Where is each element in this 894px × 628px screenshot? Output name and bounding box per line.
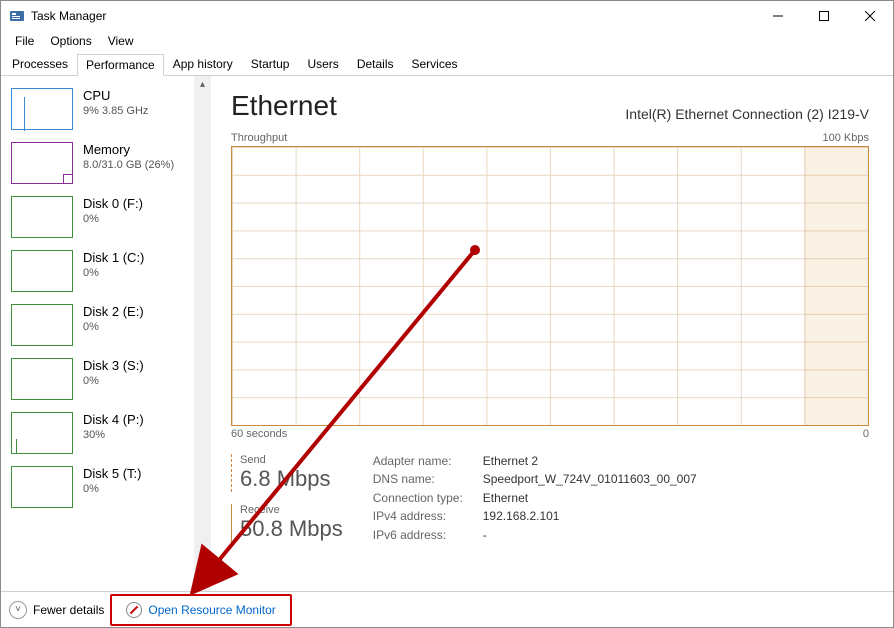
sidebar-scrollbar[interactable]: ▴ ▾ [194,76,211,591]
page-title: Ethernet [231,90,337,122]
tab-startup[interactable]: Startup [242,53,299,75]
sidebar-item-disk4[interactable]: Disk 4 (P:) 30% [7,406,194,460]
window-title: Task Manager [31,9,106,23]
disk-thumb-graph [11,250,73,292]
sidebar-item-title: Disk 1 (C:) [83,250,144,265]
task-manager-window: Task Manager File Options View Processes… [0,0,894,628]
scroll-up-icon[interactable]: ▴ [194,76,211,93]
stats: Send 6.8 Mbps Receive 50.8 Mbps Adapter … [231,454,869,542]
annotation-highlight: Open Resource Monitor [110,594,291,626]
ipv4-label: IPv4 address: [373,509,483,523]
resource-monitor-icon [126,602,142,618]
chart-label-60s: 60 seconds [231,428,287,440]
chart-grid [232,147,868,425]
chart-label-0: 0 [863,428,869,440]
chart-label-throughput: Throughput [231,132,287,144]
sidebar-item-title: Disk 5 (T:) [83,466,142,481]
scroll-down-icon[interactable]: ▾ [194,574,211,591]
main-panel: Ethernet Intel(R) Ethernet Connection (2… [211,76,893,591]
chart-top-labels: Throughput 100 Kbps [231,132,869,144]
throughput-chart[interactable] [231,146,869,426]
chevron-down-icon: ˅ [9,601,27,619]
scroll-track[interactable] [194,93,211,574]
sidebar-item-cpu[interactable]: CPU 9% 3.85 GHz [7,82,194,136]
disk-thumb-graph [11,304,73,346]
sidebar-item-memory[interactable]: Memory 8.0/31.0 GB (26%) [7,136,194,190]
menu-options[interactable]: Options [42,32,99,50]
sidebar-item-sub: 0% [83,267,144,279]
tab-app-history[interactable]: App history [164,53,242,75]
sidebar-item-disk1[interactable]: Disk 1 (C:) 0% [7,244,194,298]
minimize-button[interactable] [755,1,801,31]
menubar: File Options View [1,31,893,51]
dns-name-value: Speedport_W_724V_01011603_00_007 [483,472,697,486]
disk-thumb-graph [11,358,73,400]
adapter-model: Intel(R) Ethernet Connection (2) I219-V [625,106,869,122]
adapter-name-value: Ethernet 2 [483,454,697,468]
close-button[interactable] [847,1,893,31]
memory-thumb-graph [11,142,73,184]
fewer-details-button[interactable]: ˅ Fewer details [9,601,104,619]
titlebar[interactable]: Task Manager [1,1,893,31]
sidebar-item-title: Memory [83,142,174,157]
footer: ˅ Fewer details Open Resource Monitor [1,591,893,627]
sidebar-item-title: Disk 2 (E:) [83,304,144,319]
throughput-stats: Send 6.8 Mbps Receive 50.8 Mbps [231,454,343,542]
tab-processes[interactable]: Processes [3,53,77,75]
maximize-button[interactable] [801,1,847,31]
chart-label-max: 100 Kbps [823,132,869,144]
open-resource-monitor-button[interactable]: Open Resource Monitor [116,598,285,622]
header: Ethernet Intel(R) Ethernet Connection (2… [231,90,869,122]
tab-bar: Processes Performance App history Startu… [1,51,893,76]
disk-thumb-graph [11,466,73,508]
chart-recent-shade [804,147,868,425]
sidebar-item-sub: 30% [83,429,144,441]
sidebar-item-title: Disk 3 (S:) [83,358,144,373]
sidebar-item-sub: 0% [83,213,143,225]
ipv6-value: - [483,528,697,542]
dns-name-label: DNS name: [373,472,483,486]
chart-bottom-labels: 60 seconds 0 [231,428,869,440]
sidebar-list[interactable]: CPU 9% 3.85 GHz Memory 8.0/31.0 GB (26%)… [1,76,194,591]
menu-view[interactable]: View [100,32,142,50]
receive-value: 50.8 Mbps [240,516,343,542]
send-label: Send [240,454,343,466]
fewer-details-label: Fewer details [33,603,104,617]
tab-performance[interactable]: Performance [77,54,164,76]
connection-type-label: Connection type: [373,491,483,505]
sidebar-item-title: Disk 4 (P:) [83,412,144,427]
sidebar-item-sub: 0% [83,375,144,387]
sidebar-item-disk3[interactable]: Disk 3 (S:) 0% [7,352,194,406]
sidebar-item-sub: 8.0/31.0 GB (26%) [83,159,174,171]
send-value: 6.8 Mbps [240,466,343,492]
tab-services[interactable]: Services [403,53,467,75]
receive-label: Receive [240,504,343,516]
tab-details[interactable]: Details [348,53,403,75]
tab-users[interactable]: Users [298,53,347,75]
menu-file[interactable]: File [7,32,42,50]
sidebar: CPU 9% 3.85 GHz Memory 8.0/31.0 GB (26%)… [1,76,211,591]
ipv6-label: IPv6 address: [373,528,483,542]
content: CPU 9% 3.85 GHz Memory 8.0/31.0 GB (26%)… [1,76,893,591]
app-icon [9,8,25,24]
window-controls [755,1,893,31]
disk-thumb-graph [11,412,73,454]
open-resource-monitor-label: Open Resource Monitor [148,603,275,617]
adapter-details: Adapter name: Ethernet 2 DNS name: Speed… [373,454,697,542]
disk-thumb-graph [11,196,73,238]
receive-stat: Receive 50.8 Mbps [231,504,343,542]
connection-type-value: Ethernet [483,491,697,505]
sidebar-item-disk2[interactable]: Disk 2 (E:) 0% [7,298,194,352]
sidebar-item-disk0[interactable]: Disk 0 (F:) 0% [7,190,194,244]
ipv4-value: 192.168.2.101 [483,509,697,523]
sidebar-item-sub: 9% 3.85 GHz [83,105,148,117]
adapter-name-label: Adapter name: [373,454,483,468]
sidebar-item-sub: 0% [83,483,142,495]
sidebar-item-title: Disk 0 (F:) [83,196,143,211]
cpu-thumb-graph [11,88,73,130]
sidebar-item-disk5[interactable]: Disk 5 (T:) 0% [7,460,194,514]
sidebar-item-sub: 0% [83,321,144,333]
send-stat: Send 6.8 Mbps [231,454,343,492]
sidebar-item-title: CPU [83,88,148,103]
